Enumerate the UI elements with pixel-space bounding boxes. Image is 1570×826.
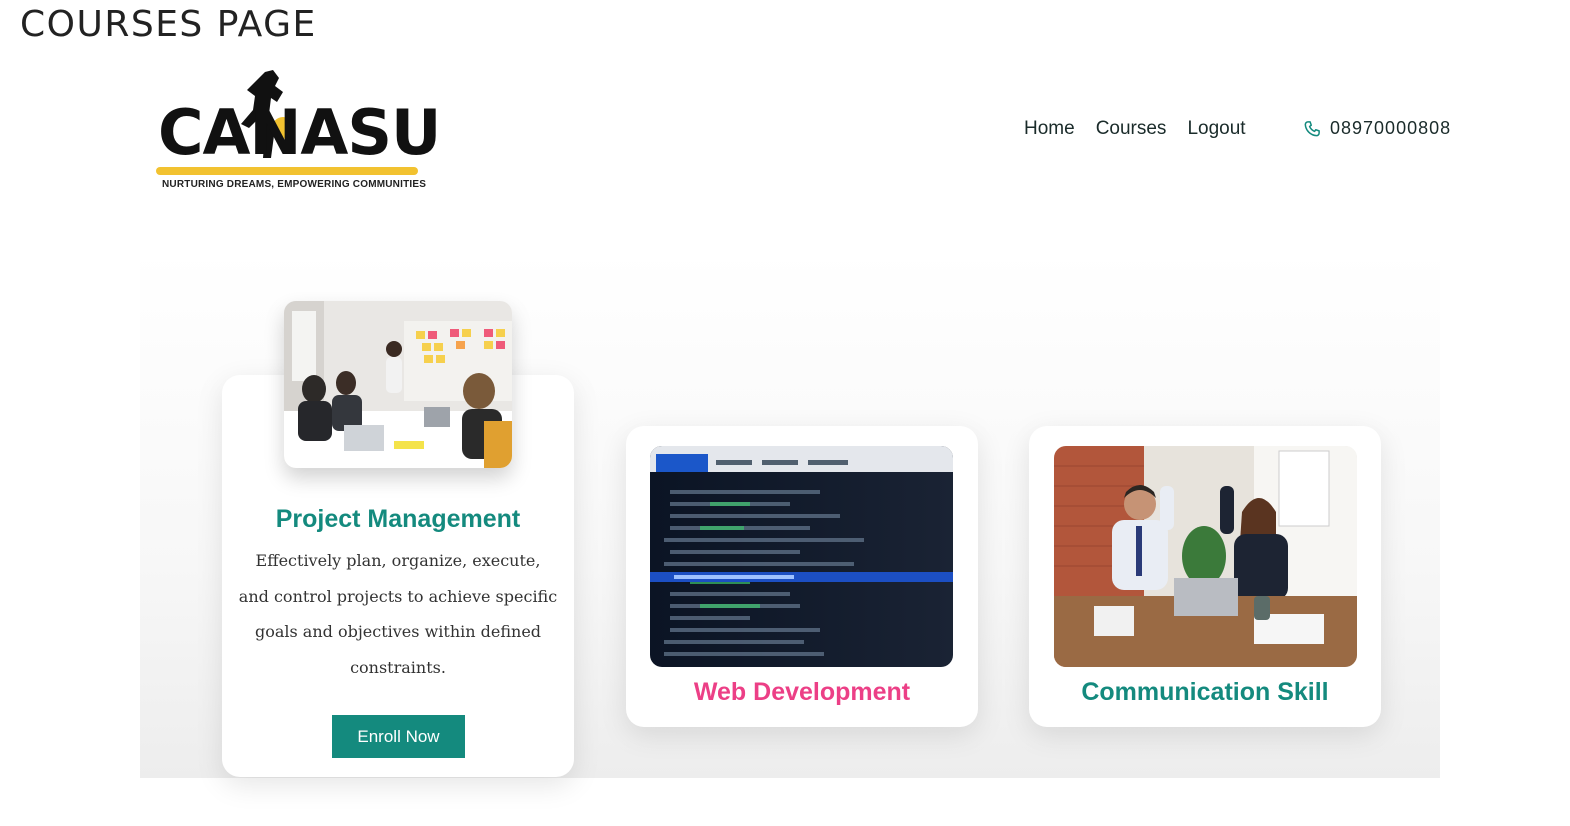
nav-courses-link[interactable]: Courses	[1096, 118, 1167, 140]
logo-text: CANASU	[158, 96, 441, 169]
page-caption: COURSES PAGE	[20, 4, 317, 45]
main-nav: Home Courses Logout	[1024, 118, 1246, 140]
course-description-project-management: Effectively plan, organize, execute, and…	[238, 551, 558, 677]
nav-home-link[interactable]: Home	[1024, 118, 1075, 140]
phone-contact[interactable]: 08970000808	[1303, 118, 1451, 139]
communication-skill-image	[1054, 446, 1357, 667]
course-title-communication-skill: Communication Skill	[1081, 678, 1329, 706]
project-management-image	[284, 301, 512, 468]
logo-underline	[156, 167, 418, 175]
phone-icon	[1304, 120, 1320, 136]
site-logo[interactable]: CANASU NURTURING DREAMS, EMPOWERING COMM…	[150, 66, 441, 196]
course-title-project-management: Project Management	[275, 505, 521, 533]
logo-tagline: NURTURING DREAMS, EMPOWERING COMMUNITIES	[162, 179, 427, 190]
web-development-image	[650, 446, 953, 667]
enroll-now-button[interactable]: Enroll Now	[332, 715, 465, 758]
course-title-web-development: Web Development	[693, 678, 911, 706]
phone-number: 08970000808	[1330, 118, 1452, 138]
nav-logout-link[interactable]: Logout	[1187, 118, 1245, 140]
